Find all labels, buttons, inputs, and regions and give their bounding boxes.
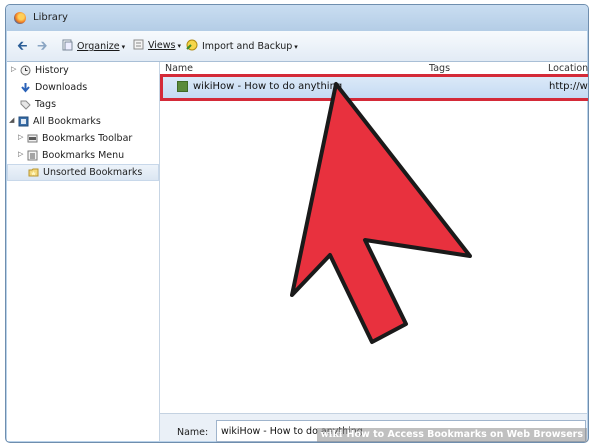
menu-folder-icon bbox=[27, 150, 38, 161]
sidebar-item-label: History bbox=[35, 65, 69, 76]
sidebar-item-bookmarks-toolbar[interactable]: ▷ Bookmarks Toolbar bbox=[7, 131, 159, 147]
bookmarks-icon bbox=[18, 116, 29, 127]
wikihow-favicon-icon bbox=[177, 81, 188, 92]
collapse-triangle-icon[interactable]: ◢ bbox=[9, 116, 14, 124]
views-label: Views bbox=[148, 40, 176, 51]
table-row[interactable]: wikiHow - How to do anything http://ww bbox=[160, 74, 588, 101]
library-window: Library 🡰 🡲 Organize ▾ Views ▾ Import and … bbox=[5, 4, 589, 443]
import-backup-dropdown-icon: ▾ bbox=[294, 43, 298, 51]
sidebar-tree: ▷ History Downloads Tags ◢ All Bookmarks… bbox=[7, 62, 160, 441]
sidebar-item-downloads[interactable]: Downloads bbox=[7, 80, 159, 96]
sidebar-item-bookmarks-menu[interactable]: ▷ Bookmarks Menu bbox=[7, 148, 159, 164]
organize-dropdown-icon: ▾ bbox=[121, 43, 126, 51]
expand-triangle-icon[interactable]: ▷ bbox=[18, 133, 23, 141]
organize-icon bbox=[62, 39, 73, 51]
watermark-banner: wiki How to Access Bookmarks on Web Brows… bbox=[316, 428, 587, 442]
organize-label: Organize bbox=[77, 41, 120, 52]
sidebar-item-label: All Bookmarks bbox=[33, 116, 101, 127]
sidebar-item-tags[interactable]: Tags bbox=[7, 97, 159, 113]
views-menu-button[interactable]: Views ▾ bbox=[133, 39, 181, 51]
sidebar-item-label: Bookmarks Toolbar bbox=[42, 133, 133, 144]
import-backup-menu-button[interactable]: Import and Backup ▾ bbox=[185, 39, 298, 52]
organize-menu-button[interactable]: Organize ▾ bbox=[62, 39, 125, 52]
toolbar: 🡰 🡲 Organize ▾ Views ▾ Import and Backup ▾ bbox=[7, 31, 587, 62]
sidebar-item-label: Tags bbox=[35, 99, 57, 110]
clock-icon bbox=[20, 65, 31, 76]
row-name: wikiHow - How to do anything bbox=[193, 81, 343, 92]
watermark-caption: How to Access Bookmarks on Web Browsers bbox=[346, 429, 583, 440]
sidebar-item-label: Bookmarks Menu bbox=[42, 150, 125, 161]
row-location: http://ww bbox=[549, 81, 588, 92]
toolbar-folder-icon bbox=[27, 134, 38, 143]
column-headers: Name Tags Location bbox=[160, 62, 588, 75]
firefox-icon bbox=[14, 12, 26, 24]
import-backup-icon bbox=[186, 39, 198, 51]
views-icon bbox=[133, 39, 144, 50]
column-header-location[interactable]: Location bbox=[548, 63, 588, 74]
name-label: Name: bbox=[177, 427, 209, 438]
column-header-tags[interactable]: Tags bbox=[429, 63, 450, 74]
download-arrow-icon bbox=[21, 83, 30, 93]
back-arrow-icon[interactable]: 🡰 bbox=[17, 37, 28, 59]
tag-icon bbox=[20, 100, 31, 110]
star-folder-icon bbox=[28, 168, 39, 177]
window-title: Library bbox=[33, 12, 68, 23]
import-backup-label: Import and Backup bbox=[202, 41, 293, 52]
title-bar: Library bbox=[6, 5, 588, 31]
forward-arrow-icon[interactable]: 🡲 bbox=[37, 37, 48, 59]
expand-triangle-icon[interactable]: ▷ bbox=[18, 150, 23, 158]
sidebar-item-unsorted-bookmarks[interactable]: Unsorted Bookmarks bbox=[7, 164, 159, 181]
column-header-name[interactable]: Name bbox=[165, 63, 193, 74]
sidebar-item-history[interactable]: ▷ History bbox=[7, 63, 159, 79]
expand-triangle-icon[interactable]: ▷ bbox=[11, 65, 16, 73]
watermark-logo: wiki bbox=[320, 429, 343, 440]
bookmark-list: Name Tags Location wikiHow - How to do a… bbox=[160, 62, 588, 413]
views-dropdown-icon: ▾ bbox=[177, 42, 182, 50]
sidebar-item-label: Unsorted Bookmarks bbox=[43, 167, 143, 178]
sidebar-item-label: Downloads bbox=[35, 82, 88, 93]
sidebar-item-all-bookmarks[interactable]: ◢ All Bookmarks bbox=[7, 114, 159, 130]
